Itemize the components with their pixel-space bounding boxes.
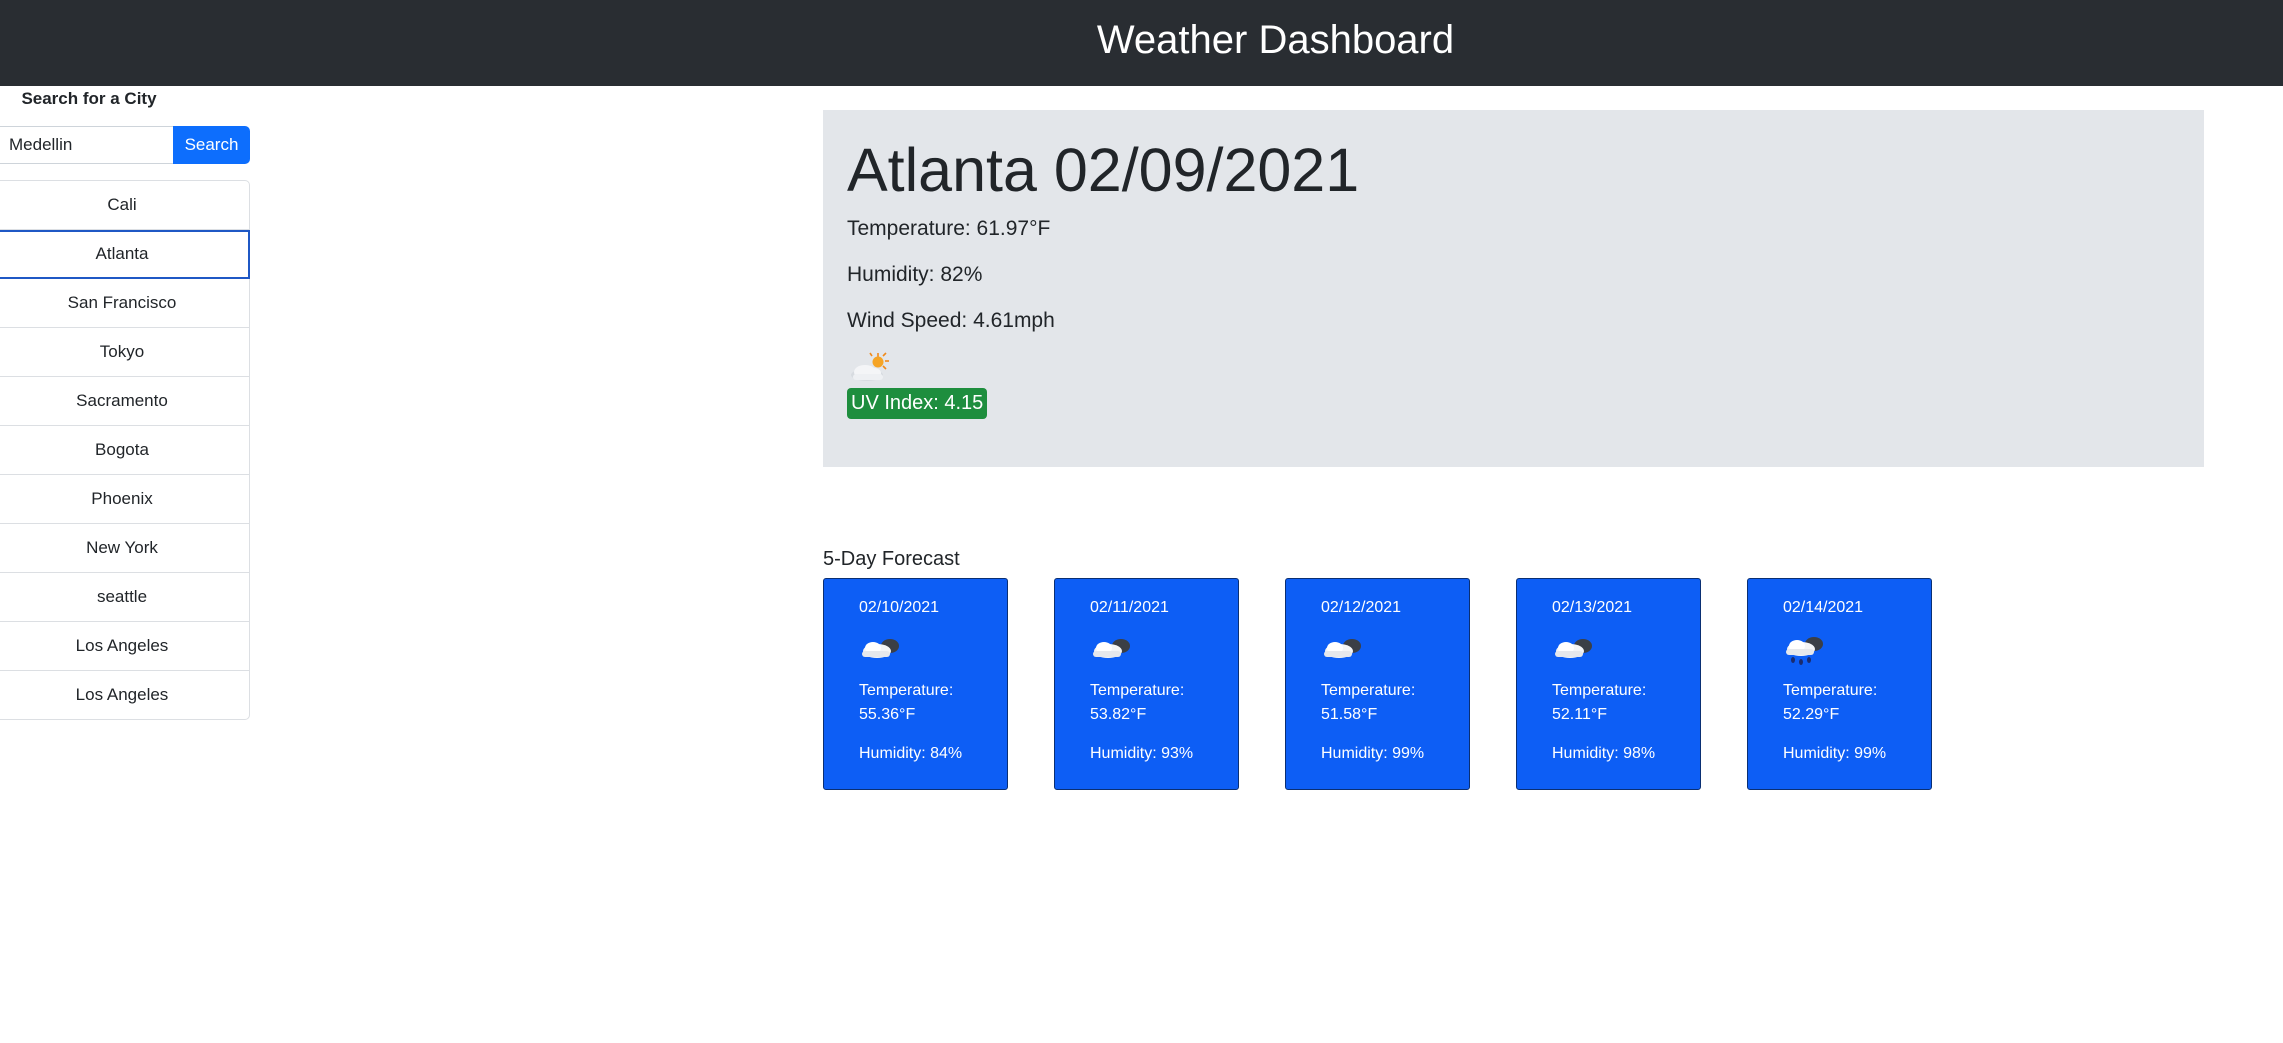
current-weather-panel: Atlanta 02/09/2021 Temperature: 61.97°F … (823, 110, 2204, 467)
forecast-temperature: Temperature: 52.11°F (1552, 682, 1647, 723)
search-heading: Search for a City (21, 89, 157, 108)
forecast-date: 02/14/2021 (1783, 599, 1864, 616)
current-wind-speed: Wind Speed: 4.61mph (847, 309, 1055, 332)
city-history-item[interactable]: Tokyo (0, 328, 250, 377)
forecast-humidity: Humidity: 93% (1090, 745, 1194, 762)
city-history-item[interactable]: seattle (0, 573, 250, 622)
forecast-card: 02/13/2021 Temperature: 52.11°F Humidity… (1516, 578, 1701, 790)
forecast-temperature: Temperature: 53.82°F (1090, 682, 1185, 723)
forecast-temperature: Temperature: 52.29°F (1783, 682, 1878, 723)
city-history-item[interactable]: Phoenix (0, 475, 250, 524)
current-temperature: Temperature: 61.97°F (847, 217, 1051, 240)
partly-cloudy-night-icon (862, 639, 899, 658)
city-history-item[interactable]: Sacramento (0, 377, 250, 426)
partly-cloudy-night-icon (1555, 639, 1592, 658)
forecast-heading: 5-Day Forecast (823, 548, 960, 570)
forecast-humidity: Humidity: 98% (1552, 745, 1656, 762)
forecast-temperature: Temperature: 51.58°F (1321, 682, 1416, 723)
partly-cloudy-day-icon (851, 352, 889, 381)
city-history-item[interactable]: Los Angeles (0, 671, 250, 720)
city-history-item[interactable]: San Francisco (0, 279, 250, 328)
city-search-input[interactable] (0, 126, 173, 164)
city-history-item-active[interactable]: Atlanta (0, 230, 250, 279)
city-history-item[interactable]: Bogota (0, 426, 250, 475)
partly-cloudy-night-icon (1324, 639, 1361, 658)
forecast-date: 02/13/2021 (1552, 599, 1633, 616)
current-city-date: Atlanta 02/09/2021 (847, 136, 1360, 204)
forecast-card: 02/10/2021 Temperature: 55.36°F Humidity… (823, 578, 1008, 790)
partly-cloudy-night-icon (1093, 639, 1130, 658)
app-header: Weather Dashboard (0, 0, 2283, 86)
rain-cloud-icon (1786, 637, 1823, 665)
forecast-date: 02/12/2021 (1321, 599, 1402, 616)
forecast-humidity: Humidity: 99% (1321, 745, 1425, 762)
city-history-item[interactable]: New York (0, 524, 250, 573)
page-title: Weather Dashboard (1096, 18, 1455, 62)
forecast-card: 02/12/2021 Temperature: 51.58°F Humidity… (1285, 578, 1470, 790)
search-button[interactable]: Search (173, 126, 250, 164)
forecast-date: 02/11/2021 (1090, 599, 1169, 616)
current-humidity: Humidity: 82% (847, 263, 983, 286)
uv-index-badge: UV Index: 4.15 (847, 388, 988, 419)
forecast-humidity: Humidity: 84% (859, 745, 963, 762)
forecast-date: 02/10/2021 (859, 599, 940, 616)
city-history-item[interactable]: Cali (0, 180, 250, 230)
forecast-temperature: Temperature: 55.36°F (859, 682, 954, 723)
forecast-card: 02/11/2021 Temperature: 53.82°F Humidity… (1054, 578, 1239, 790)
city-history-item[interactable]: Los Angeles (0, 622, 250, 671)
forecast-card: 02/14/2021 Temperature: 52.29°F Humidity… (1747, 578, 1932, 790)
city-history-list: Cali Atlanta San Francisco Tokyo Sacrame… (0, 180, 250, 720)
forecast-humidity: Humidity: 99% (1783, 745, 1887, 762)
